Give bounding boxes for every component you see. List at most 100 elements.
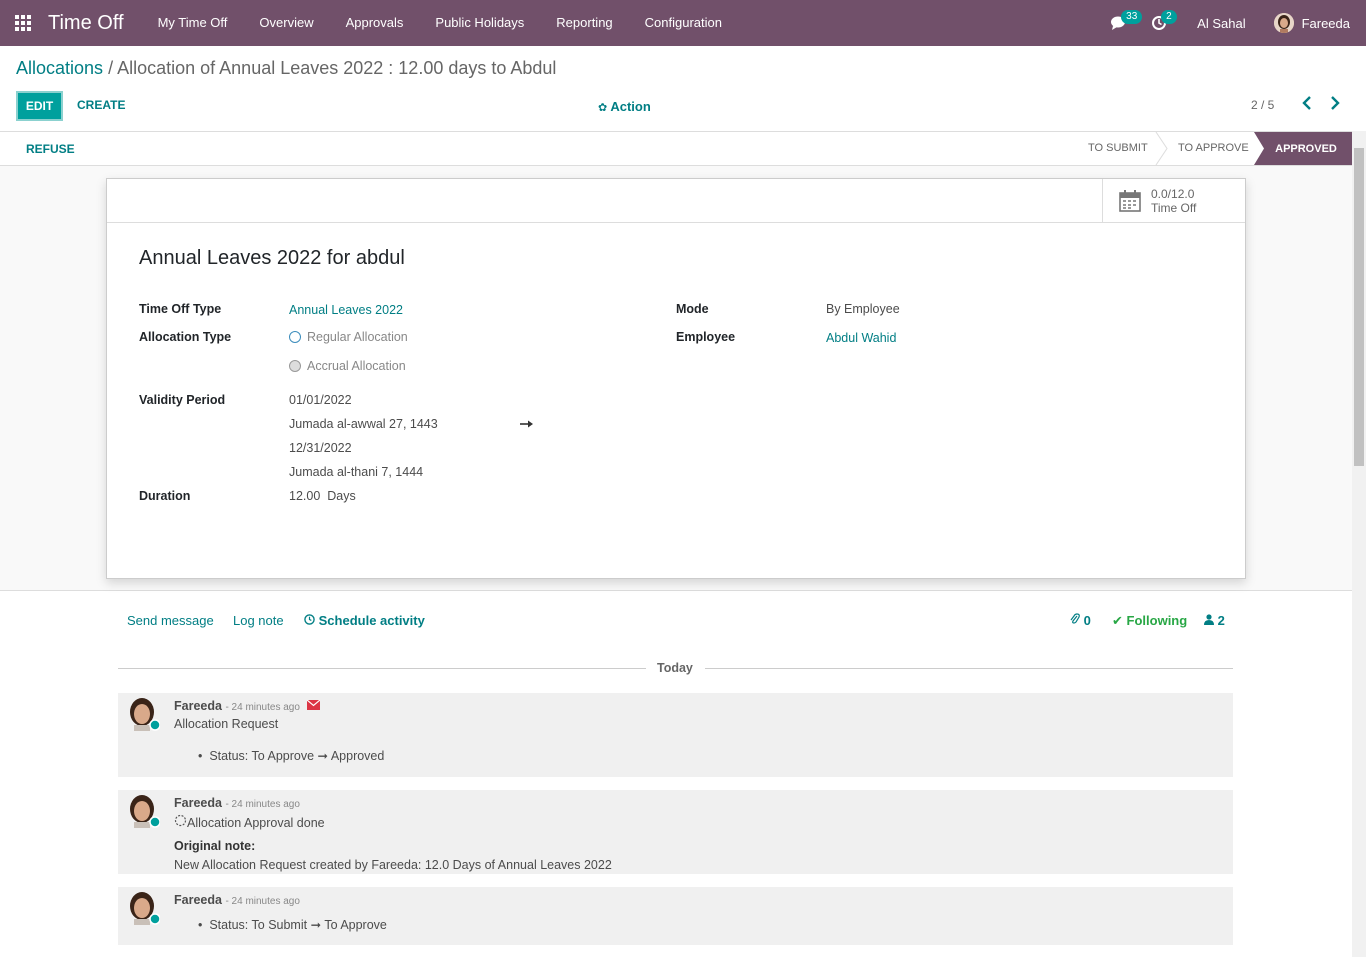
radio-label: Accrual Allocation <box>307 359 406 373</box>
chatter-message: Fareeda - 24 minutes ago Allocation Requ… <box>118 693 1233 777</box>
chatter-message: Fareeda - 24 minutes ago Allocation Appr… <box>118 790 1233 874</box>
user-menu[interactable]: Fareeda <box>1264 13 1366 33</box>
edit-button[interactable]: EDIT <box>16 91 63 121</box>
stat-label: Time Off <box>1151 201 1197 215</box>
radio-regular-allocation[interactable]: Regular Allocation <box>289 330 408 344</box>
log-note-button[interactable]: Log note <box>233 613 284 628</box>
arrow-right-icon: ➞ <box>310 918 322 932</box>
message-subject: Allocation Approval done <box>174 814 325 830</box>
chatter-message: Fareeda - 24 minutes ago • Status: To Su… <box>118 887 1233 945</box>
create-button[interactable]: CREATE <box>77 98 125 112</box>
message-author[interactable]: Fareeda - 24 minutes ago <box>174 796 300 810</box>
bullet: • <box>198 749 203 763</box>
menu-configuration[interactable]: Configuration <box>629 0 738 46</box>
validity-period-label: Validity Period <box>139 393 226 407</box>
check-icon: ✔ <box>1112 613 1123 628</box>
stage-to-approve[interactable]: TO APPROVE <box>1178 142 1249 154</box>
chevron-left-icon <box>1302 96 1311 110</box>
menu-public-holidays[interactable]: Public Holidays <box>419 0 540 46</box>
button-box: 0.0/12.0 Time Off <box>107 179 1245 223</box>
pager-next-button[interactable] <box>1329 96 1341 115</box>
user-name: Fareeda <box>1301 15 1350 31</box>
stage-approved[interactable]: APPROVED <box>1254 132 1352 165</box>
tracking-to: To Approve <box>324 918 387 932</box>
followers-button[interactable]: 2 <box>1204 613 1225 628</box>
duration-field[interactable]: 12.00 Days <box>289 489 356 503</box>
subject-text: Allocation Approval done <box>187 816 325 830</box>
date-to-field[interactable]: 12/31/2022 <box>289 441 352 455</box>
gear-icon: ✿ <box>598 102 608 114</box>
message-author[interactable]: Fareeda - 24 minutes ago <box>174 893 300 907</box>
date-from-field[interactable]: 01/01/2022 <box>289 393 352 407</box>
avatar[interactable] <box>128 794 161 828</box>
time-off-type-field[interactable]: Annual Leaves 2022 <box>289 303 403 317</box>
attachments-button[interactable]: 0 <box>1070 613 1091 628</box>
user-icon <box>1204 614 1214 625</box>
message-subject: Allocation Request <box>174 717 279 731</box>
message-time: - 24 minutes ago <box>225 799 300 810</box>
activity-menu[interactable]: 2 <box>1139 0 1179 46</box>
mode-label: Mode <box>676 302 709 316</box>
action-menu[interactable]: ✿ Action <box>598 99 651 114</box>
divider <box>705 668 1233 669</box>
pager-previous-button[interactable] <box>1301 96 1313 115</box>
radio-icon <box>289 331 301 343</box>
scrollbar-thumb[interactable] <box>1354 148 1364 466</box>
menu-my-time-off[interactable]: My Time Off <box>142 0 244 46</box>
refuse-button[interactable]: REFUSE <box>26 142 75 156</box>
avatar[interactable] <box>128 891 161 925</box>
avatar[interactable] <box>128 697 161 731</box>
schedule-activity-button[interactable]: Schedule activity <box>304 613 425 628</box>
message-time: - 24 minutes ago <box>225 896 300 907</box>
radio-accrual-allocation[interactable]: Accrual Allocation <box>289 359 406 373</box>
send-message-button[interactable]: Send message <box>127 613 214 628</box>
author-name: Fareeda <box>174 699 222 713</box>
attachments-count: 0 <box>1083 613 1091 628</box>
message-time: - 24 minutes ago <box>225 702 300 713</box>
employee-label: Employee <box>676 330 736 344</box>
breadcrumb-allocations[interactable]: Allocations <box>16 58 103 78</box>
radio-label: Regular Allocation <box>307 330 408 344</box>
employee-field[interactable]: Abdul Wahid <box>826 331 896 345</box>
spinner-icon <box>174 814 187 827</box>
avatar <box>1273 13 1294 33</box>
message-author[interactable]: Fareeda - 24 minutes ago <box>174 699 321 713</box>
date-separator-today: Today <box>657 661 693 675</box>
menu-overview[interactable]: Overview <box>243 0 329 46</box>
original-note: New Allocation Request created by Fareed… <box>174 858 612 872</box>
followers-count: 2 <box>1217 613 1225 628</box>
form-sheet: 0.0/12.0 Time Off Annual Leaves 2022 for… <box>106 178 1246 579</box>
tracking-value: • Status: To Approve ➞ Approved <box>198 748 384 763</box>
arrow-right-icon <box>520 420 533 428</box>
menu-approvals[interactable]: Approvals <box>330 0 420 46</box>
stage-to-submit[interactable]: TO SUBMIT <box>1088 142 1148 154</box>
app-title[interactable]: Time Off <box>48 12 124 35</box>
paperclip-icon <box>1070 613 1080 624</box>
company-switcher[interactable]: Al Sahal <box>1179 16 1263 31</box>
date-to-hijri: Jumada al-thani 7, 1444 <box>289 465 424 479</box>
apps-menu-icon[interactable] <box>0 0 46 46</box>
time-off-stat-button[interactable]: 0.0/12.0 Time Off <box>1102 179 1245 223</box>
duration-value: 12.00 <box>289 489 321 503</box>
tracking-value: • Status: To Submit ➞ To Approve <box>198 917 387 932</box>
record-title: Annual Leaves 2022 for abdul <box>139 247 405 269</box>
action-label: Action <box>610 99 651 114</box>
tracking-to: Approved <box>330 749 385 763</box>
following-button[interactable]: ✔ Following <box>1112 613 1187 629</box>
original-note-label: Original note: <box>174 839 256 853</box>
author-name: Fareeda <box>174 893 222 907</box>
menu-reporting[interactable]: Reporting <box>540 0 628 46</box>
mode-field[interactable]: By Employee <box>826 302 900 316</box>
duration-unit: Days <box>327 489 356 503</box>
clock-icon <box>304 614 315 625</box>
arrow-right-icon: ➞ <box>317 749 329 763</box>
radio-icon <box>289 360 301 372</box>
author-name: Fareeda <box>174 796 222 810</box>
divider <box>118 668 646 669</box>
tracking-from: To Submit <box>251 918 308 932</box>
stage-separator <box>1155 132 1168 165</box>
activities-badge: 2 <box>1161 10 1177 24</box>
pager-value[interactable]: 2 / 5 <box>1251 98 1274 112</box>
messaging-menu[interactable]: 33 <box>1099 0 1143 46</box>
breadcrumb-separator: / <box>108 58 114 78</box>
